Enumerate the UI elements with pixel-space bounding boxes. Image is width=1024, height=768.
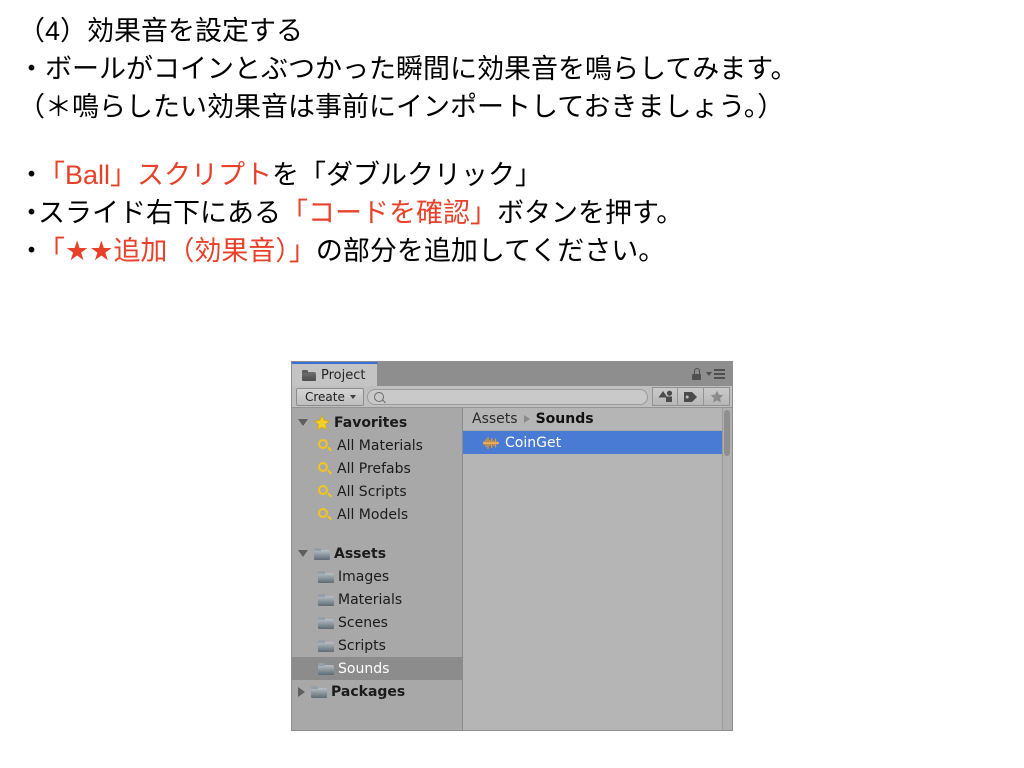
unity-project-panel: Project Create Favorites All Materials A… — [292, 362, 732, 730]
bullet-2-segment-2: 「コードを確認」 — [281, 198, 497, 228]
bullet-1-segment-1: 「Ball」スクリプト — [38, 160, 273, 190]
tree-item-all-materials[interactable]: All Materials — [292, 434, 462, 457]
tree-item-favorites[interactable]: Favorites — [292, 411, 462, 434]
bullet-2-segment-1: スライド右下にある — [38, 198, 281, 228]
bullet-marker: ・ — [18, 236, 45, 266]
audio-waveform-icon — [483, 436, 499, 450]
tree-item-scenes-label: Scenes — [338, 614, 388, 631]
tree-item-all-prefabs-label: All Prefabs — [337, 460, 411, 477]
vertical-scrollbar[interactable] — [722, 408, 732, 730]
search-icon — [318, 484, 333, 499]
tree-item-all-scripts-label: All Scripts — [337, 483, 407, 500]
search-field[interactable] — [366, 388, 648, 405]
slide-bullet-2: ・スライド右下にある「コードを確認」ボタンを押す。 — [18, 194, 1024, 232]
panel-window-controls — [691, 362, 732, 386]
tree-item-all-materials-label: All Materials — [337, 437, 423, 454]
star-icon — [710, 390, 723, 403]
folder-icon — [318, 593, 334, 606]
tree-item-materials-label: Materials — [338, 591, 403, 608]
chevron-down-icon[interactable] — [298, 550, 308, 557]
filter-by-label-button[interactable] — [678, 387, 704, 406]
slide-line-2: （＊鳴らしたい効果音は事前にインポートしておきましょう。） — [18, 92, 785, 122]
chevron-right-icon — [523, 415, 530, 423]
filter-by-favorite-button[interactable] — [704, 387, 730, 406]
search-icon — [318, 507, 333, 522]
breadcrumb-item-assets[interactable]: Assets — [472, 411, 518, 427]
tree-item-images-label: Images — [338, 568, 390, 585]
folder-icon — [311, 685, 327, 698]
chevron-down-icon — [349, 394, 356, 399]
folder-icon — [318, 639, 334, 652]
hamburger-menu-icon[interactable] — [706, 369, 725, 379]
slide-text-block: （4）効果音を設定する ・ボールがコインとぶつかった瞬間に効果音を鳴らしてみます… — [0, 0, 1024, 270]
breadcrumb-item-sounds[interactable]: Sounds — [536, 411, 594, 427]
folder-icon — [318, 662, 334, 675]
tree-item-all-scripts[interactable]: All Scripts — [292, 480, 462, 503]
create-button[interactable]: Create — [296, 387, 364, 406]
tree-item-scenes[interactable]: Scenes — [292, 611, 462, 634]
tag-icon — [684, 391, 697, 402]
tab-project-label: Project — [321, 367, 366, 383]
chevron-down-icon[interactable] — [298, 419, 308, 426]
slide-bullet-1: ・「Ball」スクリプトを「ダブルクリック」 — [18, 156, 1024, 194]
project-tree-pane: Favorites All Materials All Prefabs All … — [292, 408, 463, 730]
tree-item-all-models-label: All Models — [337, 506, 409, 523]
slide-line-1: ・ボールがコインとぶつかった瞬間に効果音を鳴らしてみます。 — [18, 54, 798, 84]
filter-by-type-icon — [658, 390, 672, 402]
tree-item-favorites-label: Favorites — [334, 414, 408, 431]
tree-item-assets[interactable]: Assets — [292, 542, 462, 565]
folder-icon — [302, 369, 316, 381]
slide-heading: （4）効果音を設定する — [18, 16, 304, 46]
tree-item-images[interactable]: Images — [292, 565, 462, 588]
tree-item-scripts[interactable]: Scripts — [292, 634, 462, 657]
filter-button-group — [652, 387, 730, 406]
bullet-1-segment-2: を「ダブルクリック」 — [272, 160, 543, 190]
create-button-label: Create — [305, 389, 345, 404]
breadcrumb: Assets Sounds — [463, 408, 732, 431]
lock-icon[interactable] — [691, 368, 701, 380]
filter-by-type-button[interactable] — [652, 387, 678, 406]
folder-icon — [314, 547, 330, 560]
search-input[interactable] — [383, 389, 647, 404]
bullet-2-segment-3: ボタンを押す。 — [497, 198, 684, 228]
tree-item-materials[interactable]: Materials — [292, 588, 462, 611]
bullet-3-segment-2: の部分を追加してください。 — [315, 236, 666, 266]
star-icon — [314, 414, 330, 431]
tab-project[interactable]: Project — [292, 362, 379, 386]
chevron-right-icon[interactable] — [298, 686, 305, 697]
tree-item-scripts-label: Scripts — [338, 637, 386, 654]
search-icon — [318, 438, 333, 453]
bullet-3-segment-1: 「★★追加（効果音）」 — [38, 236, 316, 266]
search-icon — [373, 391, 384, 402]
scrollbar-thumb[interactable] — [724, 410, 730, 456]
tree-item-sounds[interactable]: Sounds — [292, 657, 462, 680]
folder-icon — [318, 570, 334, 583]
panel-tab-bar: Project — [292, 362, 732, 386]
project-content-pane: Assets Sounds CoinGet — [463, 408, 732, 730]
search-icon — [318, 461, 333, 476]
project-toolbar: Create — [292, 386, 732, 408]
project-panel-body: Favorites All Materials All Prefabs All … — [292, 408, 732, 730]
tree-item-sounds-label: Sounds — [338, 660, 390, 677]
slide-bullet-3: ・「★★追加（効果音）」の部分を追加してください。 — [18, 232, 1024, 270]
asset-item-coinget[interactable]: CoinGet — [463, 431, 732, 454]
tree-item-packages-label: Packages — [331, 683, 406, 700]
bullet-marker: ・ — [18, 198, 45, 228]
asset-item-coinget-label: CoinGet — [505, 434, 562, 451]
tree-item-assets-label: Assets — [334, 545, 387, 562]
tree-item-all-prefabs[interactable]: All Prefabs — [292, 457, 462, 480]
bullet-marker: ・ — [18, 160, 45, 190]
tree-item-packages[interactable]: Packages — [292, 680, 462, 703]
tree-item-all-models[interactable]: All Models — [292, 503, 462, 526]
folder-icon — [318, 616, 334, 629]
